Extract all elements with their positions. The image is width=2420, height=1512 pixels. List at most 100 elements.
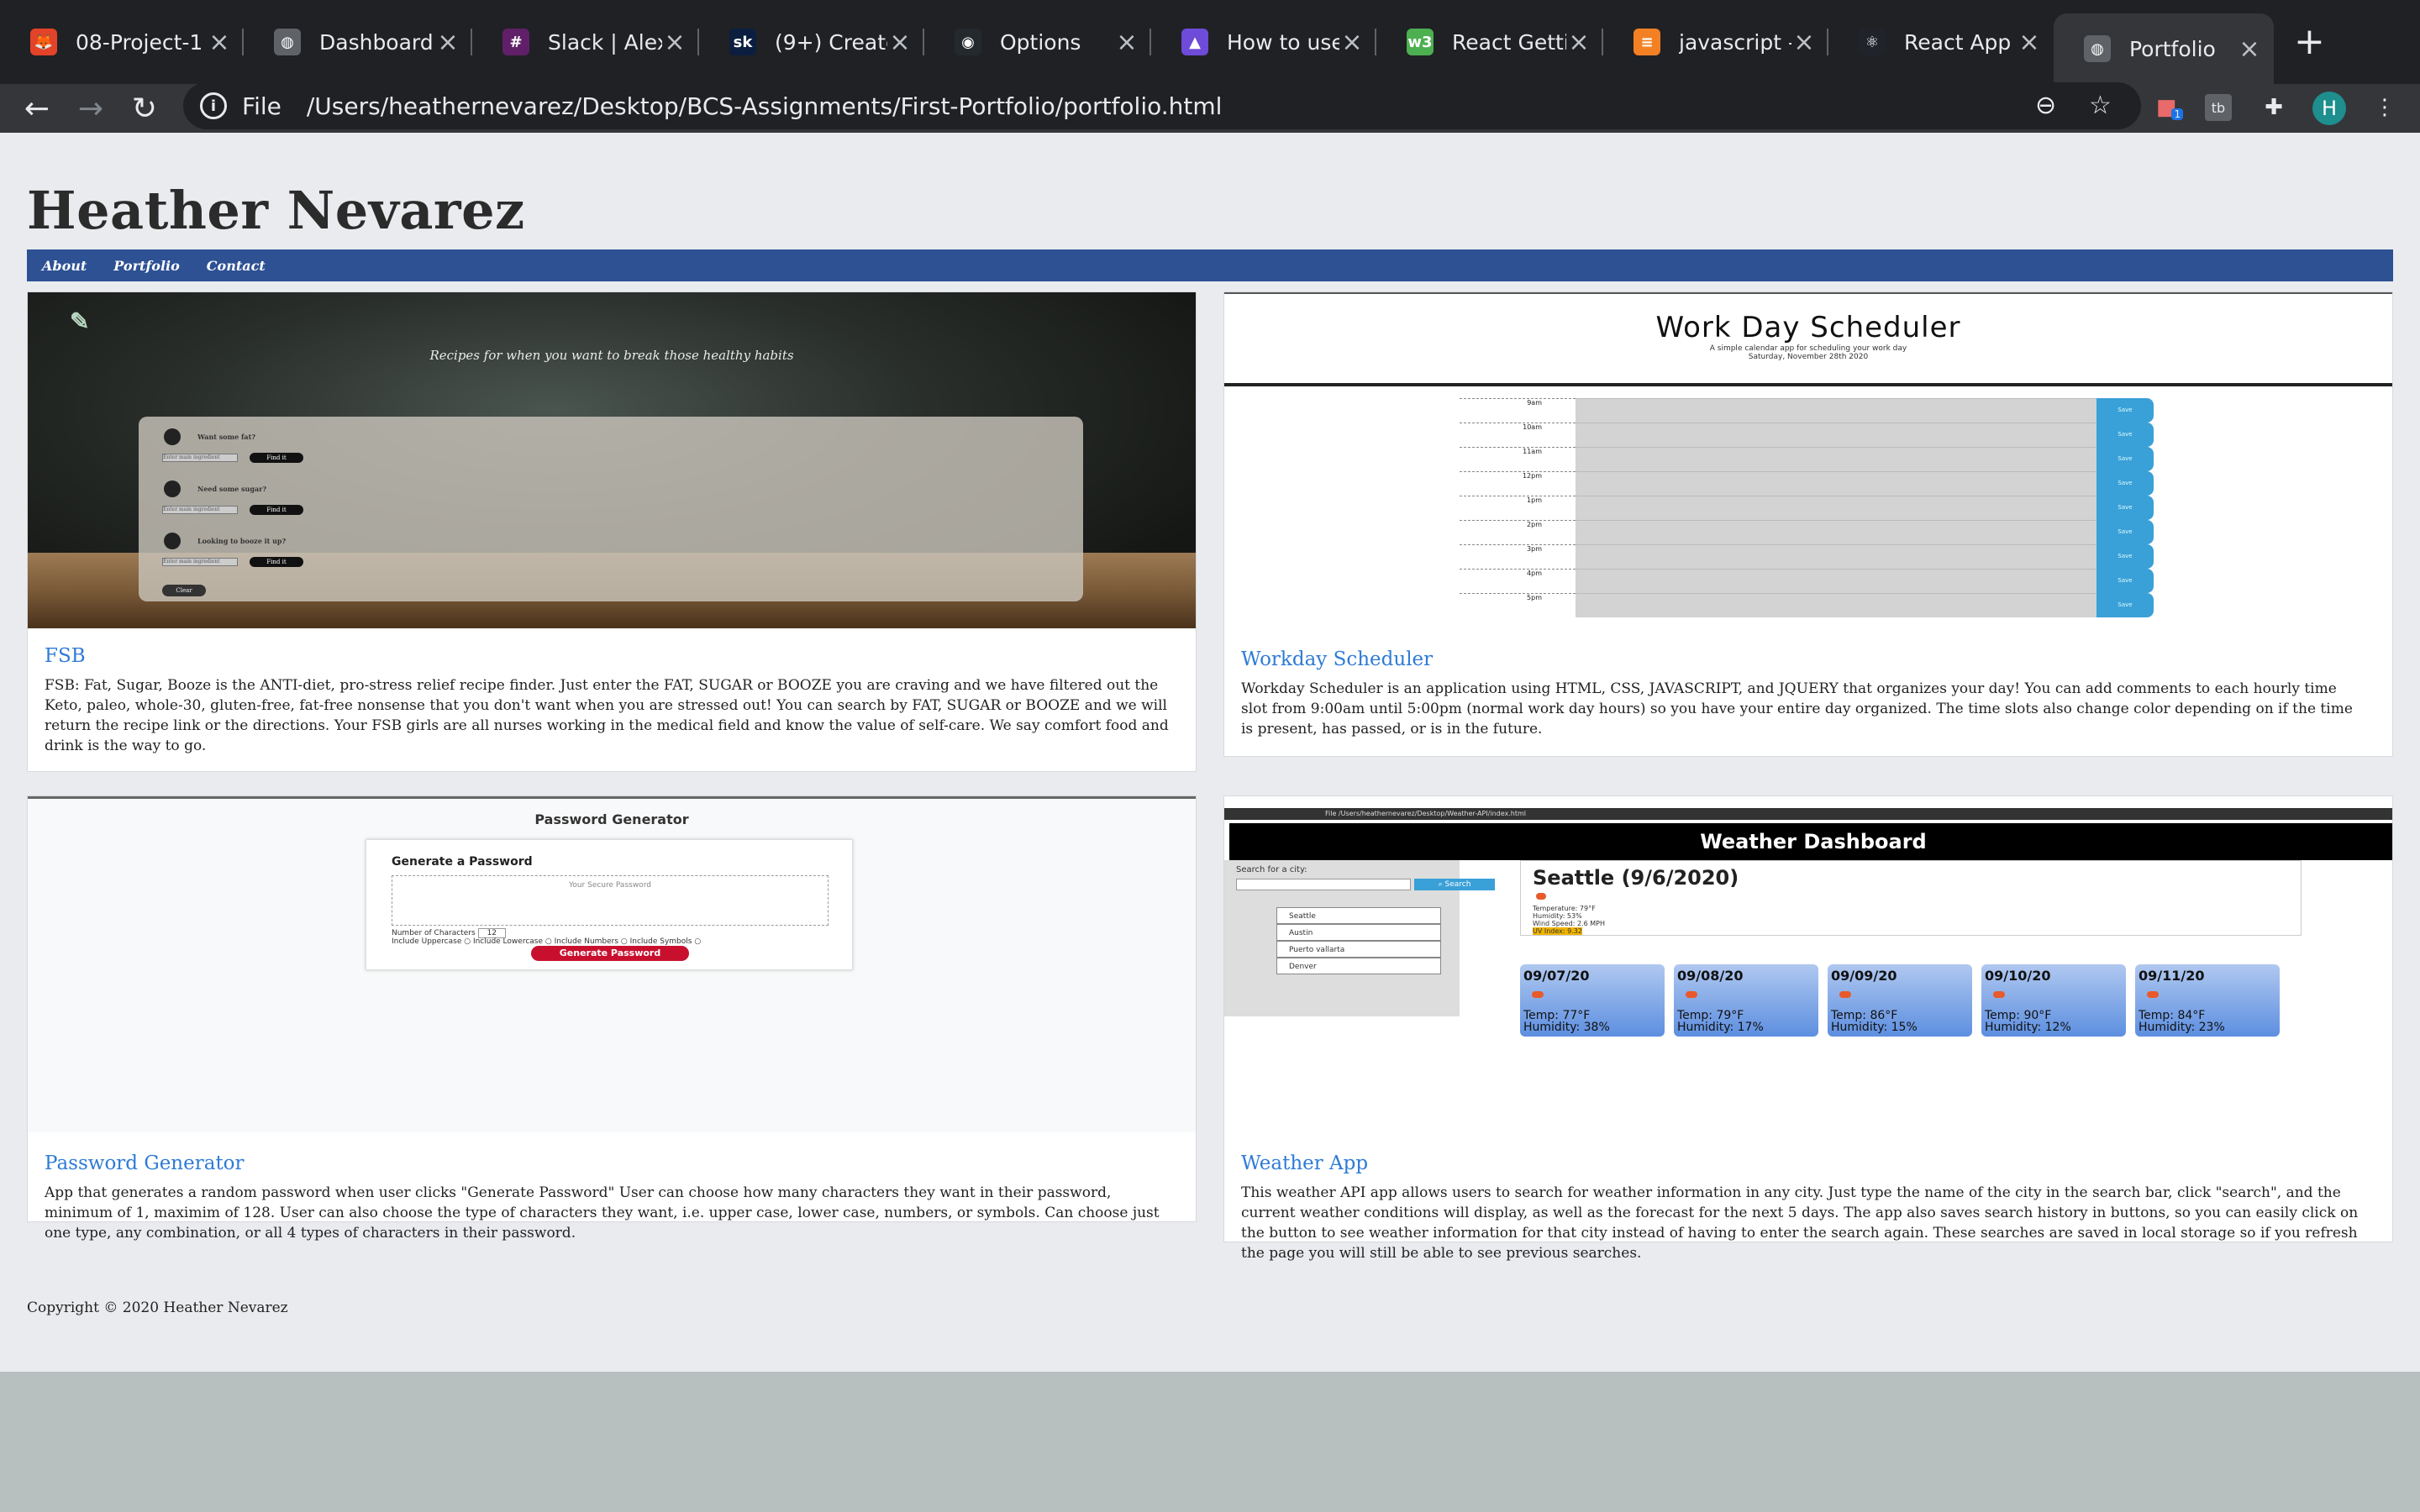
wds-hour-row: 10am Save bbox=[1460, 423, 2157, 447]
extension-icon-badge[interactable]: ■ 1 bbox=[2153, 91, 2186, 124]
forward-button[interactable]: → bbox=[69, 84, 113, 133]
reload-button[interactable]: ↻ bbox=[123, 84, 166, 133]
wa-forecast-date: 09/11/20 bbox=[2139, 968, 2205, 984]
password-generator-screenshot[interactable]: Password Generator Generate a Password Y… bbox=[28, 796, 1196, 1132]
globe-icon: ◍ bbox=[2084, 35, 2111, 62]
fsb-question: Looking to booze it up? bbox=[164, 533, 286, 549]
tab-close-icon[interactable]: × bbox=[1114, 28, 1139, 57]
wds-save-button: Save bbox=[2096, 423, 2154, 447]
nav-about[interactable]: About bbox=[42, 258, 87, 274]
fsb-screenshot[interactable]: ✎ Recipes for when you want to break tho… bbox=[28, 292, 1196, 628]
wds-hour-row: 3pm Save bbox=[1460, 544, 2157, 569]
project-description-fsb: FSB: Fat, Sugar, Booze is the ANTI-diet,… bbox=[45, 677, 1169, 754]
wds-title: Work Day Scheduler bbox=[1655, 311, 1961, 344]
project-title-workday-scheduler[interactable]: Workday Scheduler bbox=[1241, 648, 1433, 670]
wa-forecast-card: 09/10/20 Temp: 90°F Humidity: 12% bbox=[1981, 964, 2126, 1037]
nav-portfolio[interactable]: Portfolio bbox=[113, 258, 179, 274]
wds-hour-row: 1pm Save bbox=[1460, 496, 2157, 520]
wa-forecast-date: 09/07/20 bbox=[1523, 968, 1590, 984]
tab-close-icon[interactable]: × bbox=[1791, 28, 1817, 57]
browser-tab[interactable]: sk (9+) Create a× bbox=[699, 15, 924, 69]
tab-title: How to use S bbox=[1227, 29, 1339, 55]
wa-forecast-details: Temp: 84°F Humidity: 23% bbox=[2139, 1009, 2225, 1034]
project-card-password-generator: Password Generator Generate a Password Y… bbox=[27, 795, 1197, 1242]
weather-icon bbox=[1993, 991, 2005, 998]
browser-tab[interactable]: ◍ Portfolio × bbox=[2054, 13, 2274, 84]
project-title-weather-app[interactable]: Weather App bbox=[1241, 1152, 1368, 1174]
wa-details: Temperature: 79°F Humidity: 53% Wind Spe… bbox=[1533, 905, 1605, 935]
browser-tab[interactable]: ◉ Options × bbox=[924, 15, 1151, 69]
site-title: Heather Nevarez bbox=[27, 180, 525, 241]
wa-history-item: Puerto vallarta bbox=[1276, 941, 1441, 958]
nav-contact[interactable]: Contact bbox=[207, 258, 266, 274]
wa-history-item: Seattle bbox=[1276, 907, 1441, 924]
browser-tab[interactable]: 🦊 08-Project-1 × bbox=[0, 15, 244, 69]
wds-hour-label: 3pm bbox=[1460, 544, 1576, 554]
wds-time-slot bbox=[1576, 496, 2096, 520]
page-viewport: Heather Nevarez About Portfolio Contact … bbox=[0, 133, 2420, 1372]
browser-tab[interactable]: ≡ javascript - I× bbox=[1603, 15, 1828, 69]
react-icon: ⚛ bbox=[1859, 29, 1886, 55]
wds-time-slot bbox=[1576, 520, 2096, 544]
back-button[interactable]: ← bbox=[15, 84, 59, 133]
tab-close-icon[interactable]: × bbox=[1339, 28, 1365, 57]
browser-tab[interactable]: # Slack | Alexa× bbox=[472, 15, 699, 69]
tab-close-icon[interactable]: × bbox=[887, 28, 913, 57]
fsb-input: Enter main ingredient bbox=[162, 558, 238, 566]
rocket-icon: ▲ bbox=[1181, 29, 1208, 55]
tab-strip: + 🦊 08-Project-1 × ◍ Dashboard | × # Slack | Al… bbox=[0, 0, 2420, 84]
new-tab-button[interactable]: + bbox=[2294, 20, 2325, 63]
zoom-icon[interactable]: ⊖ bbox=[2035, 91, 2056, 120]
bookmark-star-icon[interactable]: ☆ bbox=[2089, 91, 2112, 120]
project-title-password-generator[interactable]: Password Generator bbox=[45, 1152, 245, 1174]
toolbar-extension-icon[interactable]: tb bbox=[2205, 94, 2232, 121]
wds-hour-label: 4pm bbox=[1460, 569, 1576, 578]
wds-time-slot bbox=[1576, 423, 2096, 447]
tab-close-icon[interactable]: × bbox=[435, 28, 460, 57]
puzzle-extensions-icon[interactable]: ✚ bbox=[2257, 91, 2291, 124]
browser-tab[interactable]: ⚛ React App × bbox=[1828, 15, 2054, 69]
globe-icon: ◍ bbox=[274, 29, 301, 55]
weather-app-screenshot[interactable]: File /Users/heathernevarez/Desktop/Weath… bbox=[1224, 796, 2392, 1132]
wa-city: Seattle (9/6/2020) bbox=[1533, 866, 1739, 890]
wds-time-slot bbox=[1576, 544, 2096, 569]
wds-hour-row: 4pm Save bbox=[1460, 569, 2157, 593]
fsb-find-button: Find it bbox=[250, 453, 303, 463]
site-navbar: About Portfolio Contact bbox=[27, 249, 2393, 281]
wds-save-button: Save bbox=[2096, 593, 2154, 617]
profile-avatar[interactable]: H bbox=[2312, 92, 2346, 125]
browser-tab[interactable]: ◍ Dashboard | × bbox=[244, 15, 472, 69]
tab-close-icon[interactable]: × bbox=[2237, 34, 2262, 64]
browser-tab[interactable]: w3 React Getting× bbox=[1376, 15, 1603, 69]
menu-kebab-icon[interactable]: ⋮ bbox=[2368, 91, 2402, 124]
wa-forecast-details: Temp: 90°F Humidity: 12% bbox=[1985, 1009, 2071, 1034]
tab-close-icon[interactable]: × bbox=[662, 28, 687, 57]
wa-forecast-date: 09/09/20 bbox=[1831, 968, 1897, 984]
url-text[interactable]: /Users/heathernevarez/Desktop/BCS-Assign… bbox=[307, 92, 1223, 120]
project-card-weather-app: File /Users/heathernevarez/Desktop/Weath… bbox=[1223, 795, 2393, 1262]
tab-close-icon[interactable]: × bbox=[2017, 28, 2042, 57]
project-description-password-generator: App that generates a random password whe… bbox=[45, 1184, 1160, 1242]
browser-tab[interactable]: ▲ How to use S× bbox=[1151, 15, 1376, 69]
info-icon[interactable]: i bbox=[200, 92, 227, 119]
address-bar[interactable]: i File /Users/heathernevarez/Desktop/BCS… bbox=[183, 82, 2141, 129]
stackoverflow-icon: ≡ bbox=[1634, 29, 1660, 55]
workday-scheduler-screenshot[interactable]: Work Day Scheduler A simple calendar app… bbox=[1224, 292, 2392, 630]
wds-date: Saturday, November 28th 2020 bbox=[1748, 353, 1869, 361]
project-title-fsb[interactable]: FSB bbox=[45, 645, 86, 667]
footer-copyright: Copyright © 2020 Heather Nevarez bbox=[27, 1299, 288, 1316]
wds-hour-label: 11am bbox=[1460, 447, 1576, 456]
project-card-workday-scheduler: Work Day Scheduler A simple calendar app… bbox=[1223, 291, 2393, 757]
w3-icon: w3 bbox=[1407, 29, 1434, 55]
tab-title: React Getting bbox=[1452, 29, 1566, 55]
wa-forecast-card: 09/09/20 Temp: 86°F Humidity: 15% bbox=[1828, 964, 1972, 1037]
tab-close-icon[interactable]: × bbox=[1566, 28, 1591, 57]
tab-title: javascript - I bbox=[1679, 29, 1791, 55]
tab-close-icon[interactable]: × bbox=[207, 28, 232, 57]
wa-forecast-details: Temp: 86°F Humidity: 15% bbox=[1831, 1009, 1918, 1034]
wds-hour-row: 5pm Save bbox=[1460, 593, 2157, 617]
fsb-logo-icon: ✎ bbox=[70, 307, 90, 335]
wds-time-slot bbox=[1576, 569, 2096, 593]
wa-forecast-card: 09/08/20 Temp: 79°F Humidity: 17% bbox=[1674, 964, 1818, 1037]
pg-title: Password Generator bbox=[534, 811, 689, 827]
